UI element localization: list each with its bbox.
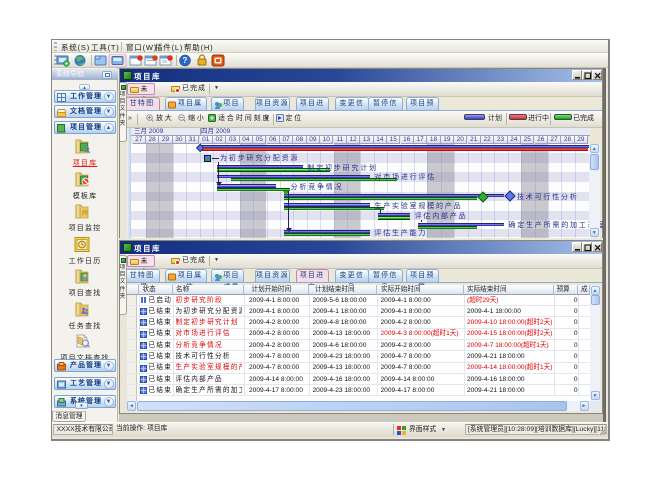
svg-text:?: ? (183, 56, 188, 65)
